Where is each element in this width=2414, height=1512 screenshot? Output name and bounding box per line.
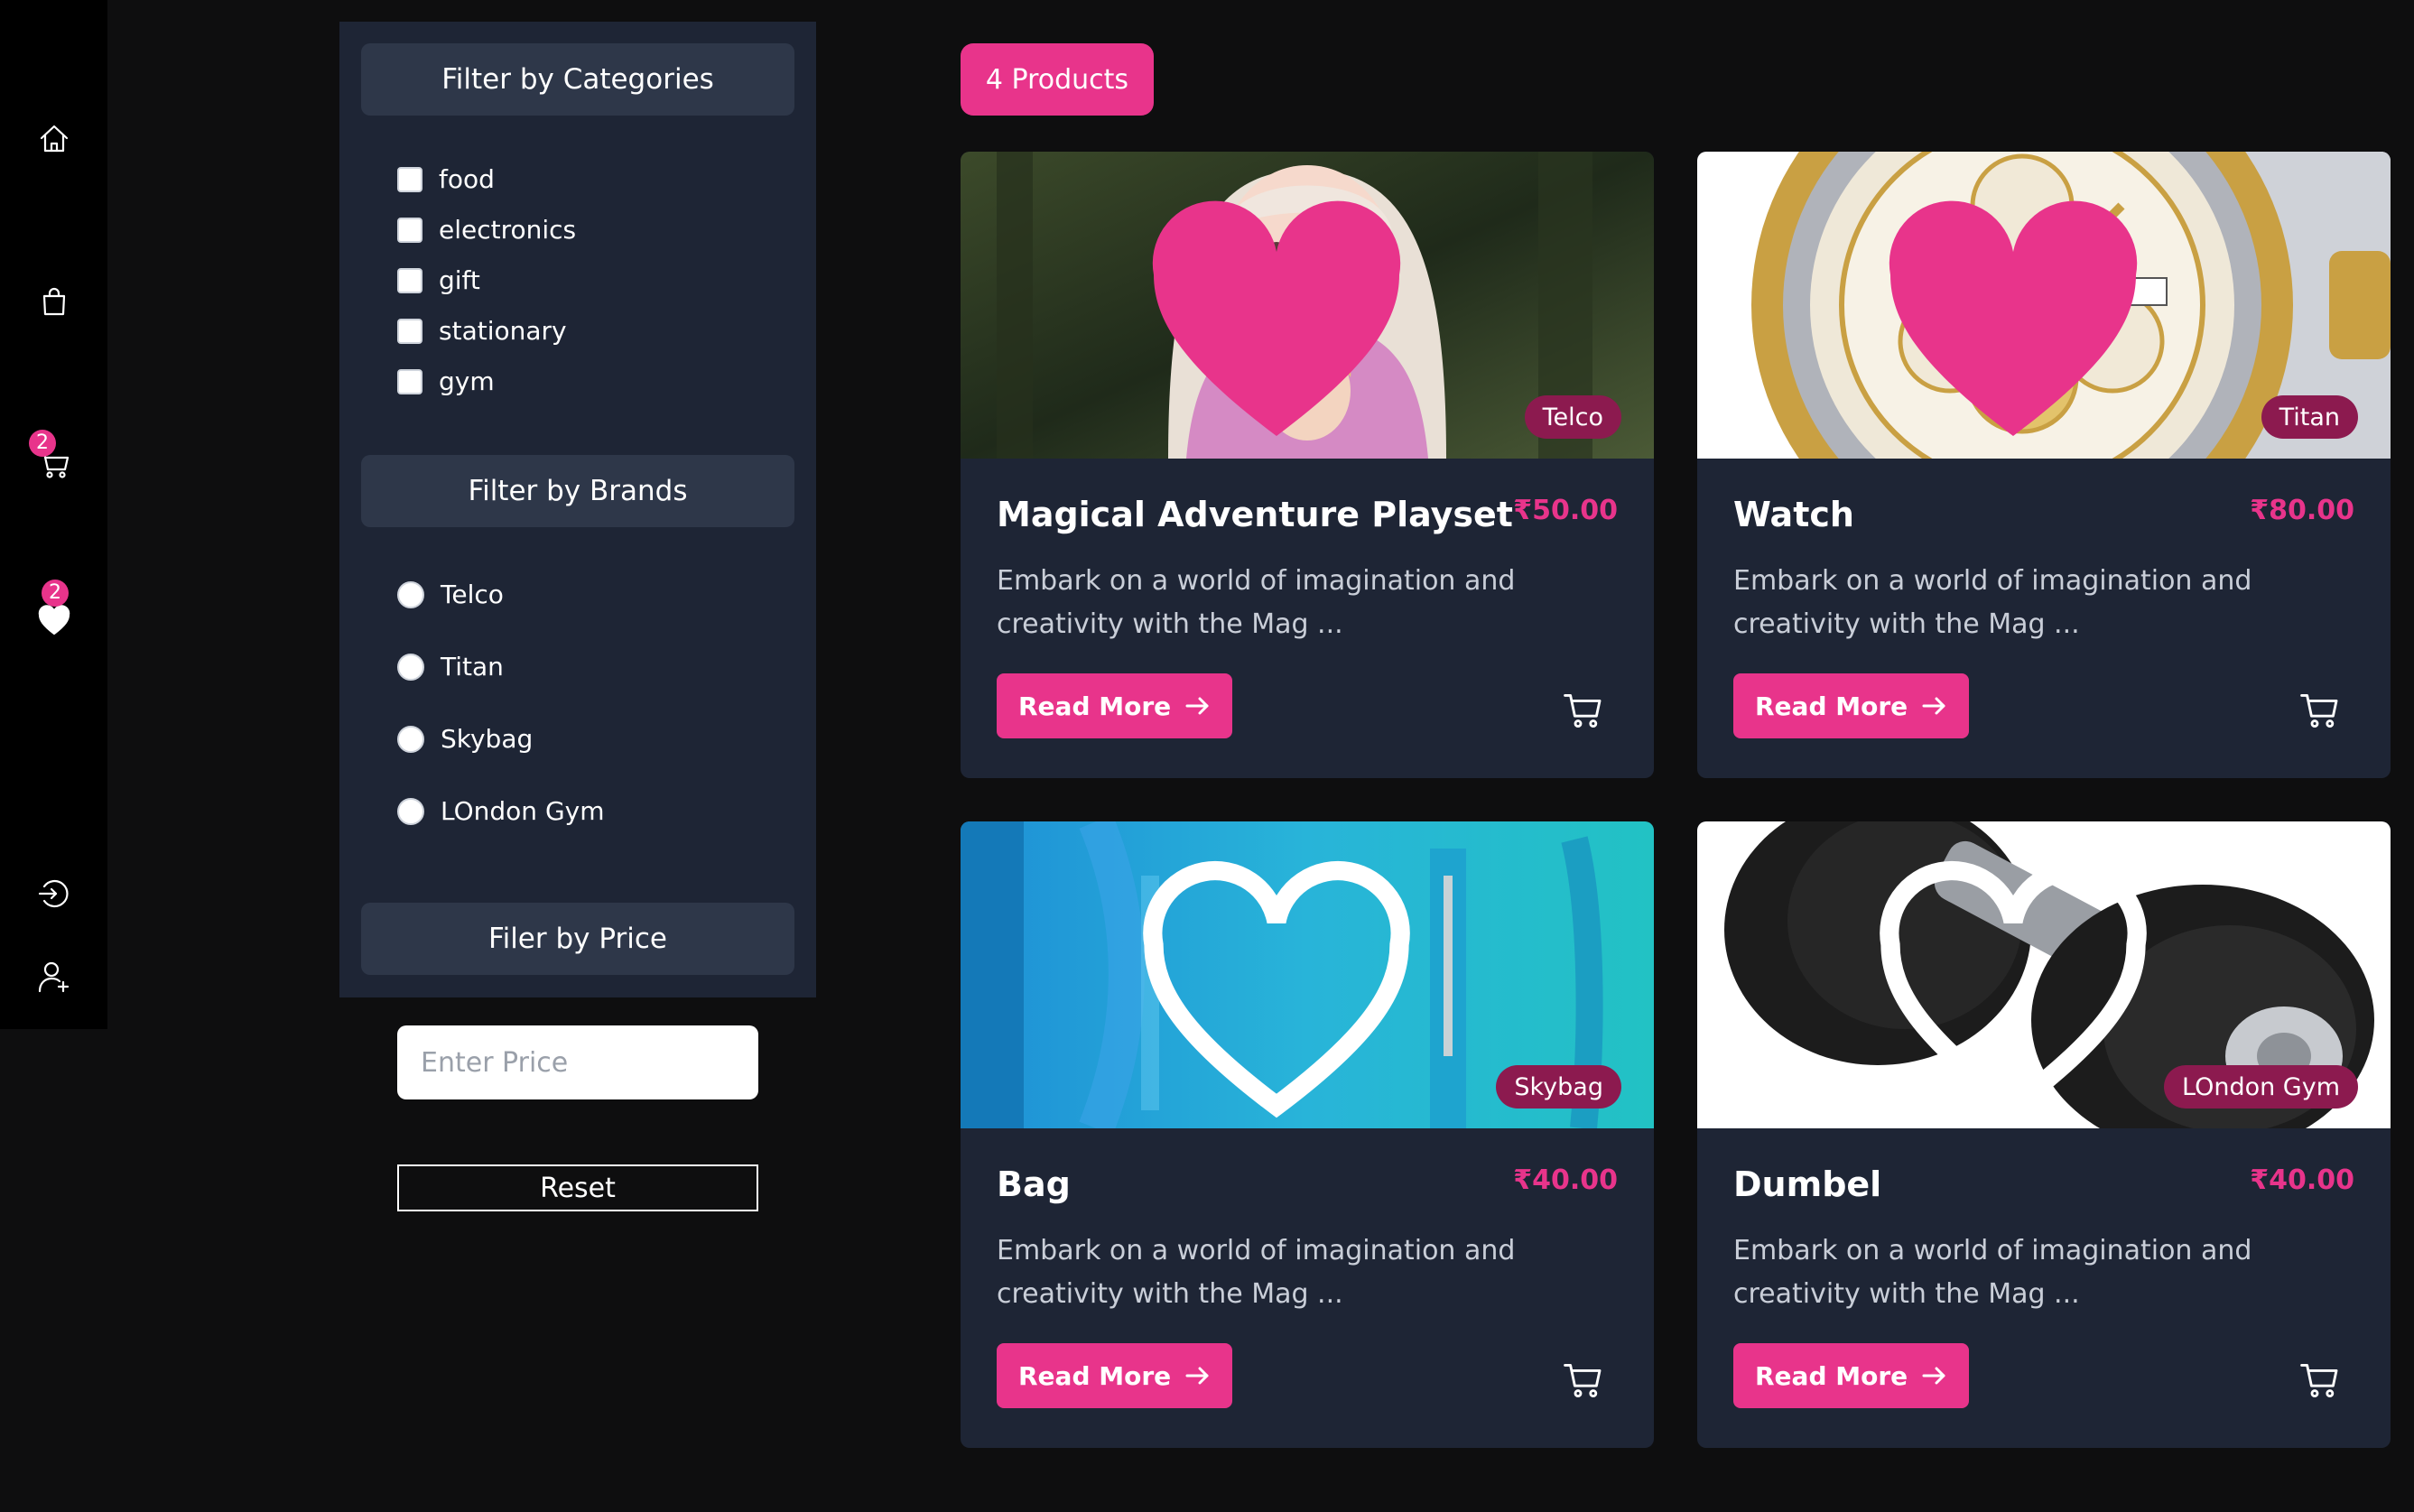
price-input[interactable] [397,1025,758,1099]
product-description: Embark on a world of imagination and cre… [1733,1235,2252,1310]
product-image[interactable]: Skybag [961,821,1654,1128]
product-image[interactable]: Telco [961,152,1654,459]
category-label: gym [439,366,495,396]
cart-nav-button[interactable]: 2 [20,430,88,498]
arrow-right-icon [1922,697,1945,715]
checkbox[interactable] [397,217,422,243]
radio-button[interactable] [397,653,424,681]
favorite-heart-icon[interactable] [1697,175,2360,459]
product-price: ₹80.00 [2250,495,2354,526]
favorite-heart-icon[interactable] [961,175,1623,459]
category-label: stationary [439,316,567,346]
product-card: Skybag Bag ₹40.00 Embark on a world of i… [961,821,1654,1448]
radio-button[interactable] [397,580,424,608]
product-card: Titan Watch ₹80.00 Embark on a world of … [1697,152,2391,778]
icon-sidebar: 2 2 [0,0,107,1029]
brand-tag: Skybag [1496,1065,1621,1108]
product-card: Telco Magical Adventure Playset ₹50.00 E… [961,152,1654,778]
arrow-right-icon [1922,1367,1945,1385]
add-user-icon [38,961,70,993]
category-option-gym[interactable]: gym [397,366,495,396]
brand-label: Telco [441,580,504,609]
checkbox[interactable] [397,318,422,344]
cart-icon [1564,693,1602,728]
product-title: Magical Adventure Playset [997,495,1513,534]
product-price: ₹50.00 [1513,495,1618,526]
product-card: LOndon Gym Dumbel ₹40.00 Embark on a wor… [1697,821,2391,1448]
checkbox[interactable] [397,166,422,192]
product-price: ₹40.00 [2250,1164,2354,1196]
filter-panel: Filter by Categories food electronics gi… [339,22,816,997]
add-to-cart-button[interactable] [1562,1358,1605,1401]
read-more-label: Read More [1755,691,1908,721]
home-icon [40,125,69,153]
brand-option-skybag[interactable]: Skybag [397,724,533,754]
shop-button[interactable] [20,267,88,336]
register-button[interactable] [20,942,88,1011]
category-option-stationary[interactable]: stationary [397,316,567,346]
shopping-bag-icon [42,287,66,316]
product-image[interactable]: Titan [1697,152,2391,459]
products-count-badge: 4 Products [961,43,1154,116]
read-more-button[interactable]: Read More [1733,673,1970,738]
home-button[interactable] [20,105,88,173]
price-filter-header: Filer by Price [361,903,794,975]
category-label: food [439,164,495,194]
product-title: Bag [997,1164,1071,1204]
cart-icon [1564,1363,1602,1398]
checkbox[interactable] [397,267,422,293]
product-title: Dumbel [1733,1164,1882,1204]
add-to-cart-button[interactable] [2298,1358,2342,1401]
arrow-right-icon [1185,697,1209,715]
wishlist-nav-button[interactable]: 2 [20,580,88,655]
add-to-cart-button[interactable] [2298,688,2342,731]
wishlist-count-badge: 2 [42,580,69,607]
product-description: Embark on a world of imagination and cre… [1733,565,2252,640]
categories-filter-header: Filter by Categories [361,43,794,116]
brands-filter-header: Filter by Brands [361,455,794,527]
checkbox[interactable] [397,368,422,394]
heart-icon [38,605,70,635]
brand-tag: Telco [1524,395,1621,439]
cart-icon [2300,1363,2338,1398]
read-more-button[interactable]: Read More [1733,1343,1970,1408]
brand-option-titan[interactable]: Titan [397,652,504,682]
brand-label: Titan [441,652,504,682]
category-label: gift [439,265,480,295]
read-more-label: Read More [1018,691,1172,721]
brand-label: LOndon Gym [441,796,605,826]
add-to-cart-button[interactable] [1562,688,1605,731]
brand-option-london-gym[interactable]: LOndon Gym [397,796,604,826]
brand-option-telco[interactable]: Telco [397,580,504,609]
product-description: Embark on a world of imagination and cre… [997,1235,1516,1310]
read-more-label: Read More [1755,1360,1908,1391]
brand-tag: LOndon Gym [2164,1065,2358,1108]
product-title: Watch [1733,495,1854,534]
read-more-button[interactable]: Read More [997,1343,1233,1408]
arrow-right-icon [1185,1367,1209,1385]
radio-button[interactable] [397,797,424,825]
product-description: Embark on a world of imagination and cre… [997,565,1516,640]
cart-count-badge: 2 [29,430,56,457]
category-option-food[interactable]: food [397,164,495,194]
brand-label: Skybag [441,724,534,754]
reset-button[interactable]: Reset [397,1164,758,1211]
product-price: ₹40.00 [1513,1164,1618,1196]
category-option-gift[interactable]: gift [397,265,480,295]
login-icon [38,879,69,908]
category-option-electronics[interactable]: electronics [397,215,576,245]
category-label: electronics [439,215,577,245]
read-more-button[interactable]: Read More [997,673,1233,738]
brand-tag: Titan [2261,395,2358,439]
cart-icon [2300,693,2338,728]
read-more-label: Read More [1018,1360,1172,1391]
login-button[interactable] [20,859,88,928]
radio-button[interactable] [397,725,424,753]
product-image[interactable]: LOndon Gym [1697,821,2391,1128]
